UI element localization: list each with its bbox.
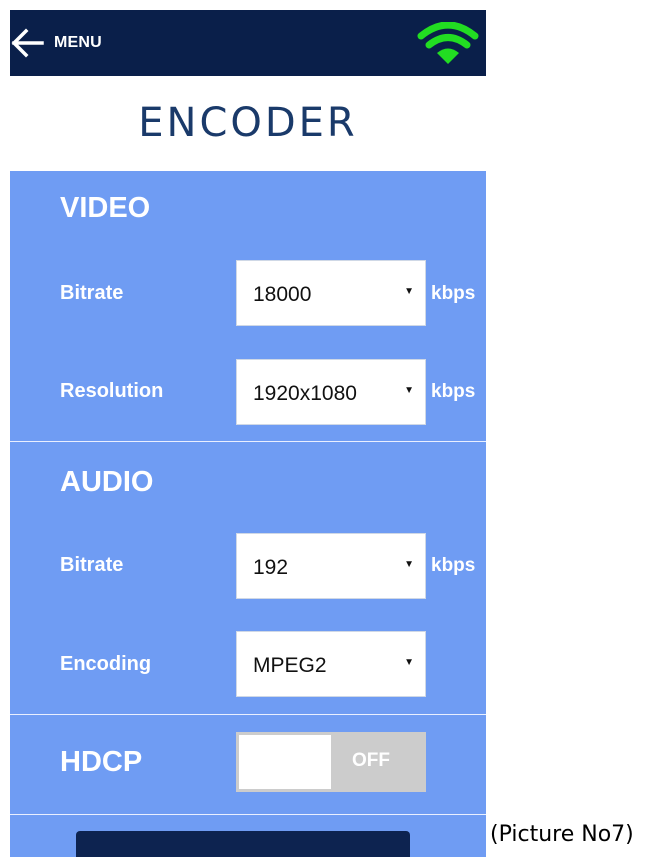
audio-encoding-select[interactable]: MPEG2 ▼ — [236, 631, 426, 697]
video-resolution-value: 1920x1080 — [253, 382, 357, 405]
top-bar: MENU — [10, 10, 486, 76]
wifi-icon — [415, 21, 481, 66]
back-arrow-icon[interactable] — [10, 28, 44, 58]
audio-encoding-value: MPEG2 — [253, 654, 327, 677]
video-section-title: VIDEO — [60, 192, 151, 224]
picture-caption: (Picture No7) — [490, 822, 634, 847]
caret-down-icon: ▼ — [404, 286, 414, 297]
video-resolution-unit: kbps — [431, 381, 476, 402]
audio-bitrate-value: 192 — [253, 556, 289, 579]
hdcp-toggle-state: OFF — [352, 750, 390, 771]
menu-label[interactable]: MENU — [54, 34, 102, 52]
bottom-action-button[interactable] — [76, 831, 410, 857]
video-resolution-label: Resolution — [60, 380, 164, 402]
section-divider — [10, 814, 486, 815]
section-divider — [10, 441, 486, 442]
toggle-knob — [239, 735, 331, 789]
caret-down-icon: ▼ — [404, 385, 414, 396]
audio-bitrate-unit: kbps — [431, 555, 476, 576]
audio-bitrate-select[interactable]: 192 ▼ — [236, 533, 426, 599]
caret-down-icon: ▼ — [404, 657, 414, 668]
audio-section-title: AUDIO — [60, 466, 154, 498]
hdcp-toggle[interactable]: OFF — [236, 732, 426, 792]
video-bitrate-value: 18000 — [253, 283, 312, 306]
encoder-screen: MENU ENCODER VIDEO Bitrate 18000 ▼ kbps … — [10, 0, 486, 857]
section-divider — [10, 714, 486, 715]
audio-bitrate-label: Bitrate — [60, 554, 124, 576]
page-title: ENCODER — [138, 100, 358, 146]
video-bitrate-select[interactable]: 18000 ▼ — [236, 260, 426, 326]
video-bitrate-unit: kbps — [431, 283, 476, 304]
video-bitrate-label: Bitrate — [60, 282, 124, 304]
hdcp-label: HDCP — [60, 746, 143, 778]
caret-down-icon: ▼ — [404, 559, 414, 570]
settings-panel: VIDEO Bitrate 18000 ▼ kbps Resolution 19… — [10, 171, 486, 857]
video-resolution-select[interactable]: 1920x1080 ▼ — [236, 359, 426, 425]
audio-encoding-label: Encoding — [60, 653, 152, 675]
